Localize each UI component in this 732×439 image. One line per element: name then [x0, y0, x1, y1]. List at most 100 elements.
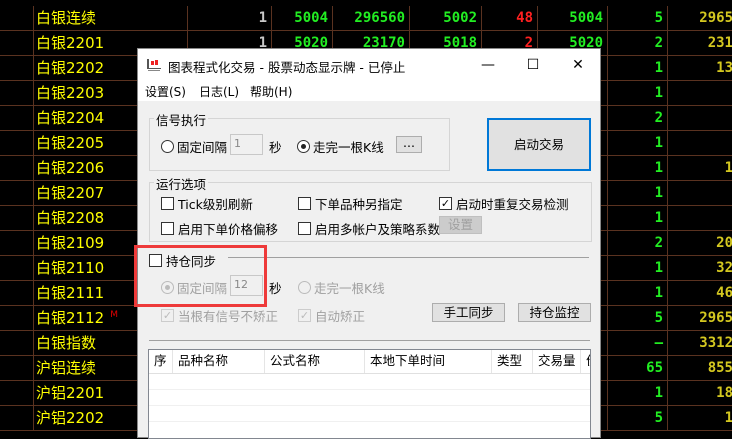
row-index: [0, 331, 33, 356]
trading-dialog: 图表程式化交易 - 股票动态显示牌 - 已停止 — ☐ ✕ 设置(S) 日志(L…: [137, 48, 601, 439]
cell-c8: [667, 181, 732, 206]
row-index: [0, 131, 33, 156]
bar-settings-button[interactable]: ...: [396, 136, 422, 153]
row-index: [0, 356, 33, 381]
col-order-time[interactable]: 本地下单时间: [365, 350, 492, 373]
price-offset-checkbox[interactable]: 启用下单价格偏移: [161, 219, 278, 238]
menu-help[interactable]: 帮助(H): [250, 83, 292, 100]
cell-c7: 5: [607, 6, 667, 31]
quote-row[interactable]: 白银连续 1 5004 296560 5002 48 5004 5 2965: [0, 6, 732, 31]
cell-c6: 5004: [537, 6, 607, 31]
signal-bar-radio[interactable]: 走完一根K线: [297, 137, 384, 156]
cell-c8: 3312: [667, 331, 732, 356]
sync-bar-label: 走完一根K线: [314, 281, 385, 296]
start-trading-button[interactable]: 启动交易: [487, 118, 591, 171]
minimize-button[interactable]: —: [468, 53, 508, 77]
menu-bar: 设置(S) 日志(L) 帮助(H): [138, 81, 600, 101]
cell-c8: 20: [667, 231, 732, 256]
cell-c8: 1: [667, 156, 732, 181]
cell-c8: [667, 206, 732, 231]
col-type[interactable]: 类型: [492, 350, 533, 373]
signal-mark: M: [110, 310, 118, 320]
cell-c8: 18: [667, 381, 732, 406]
recheck-label: 启动时重复交易检测: [456, 197, 569, 212]
checkmark-icon: ✓: [161, 309, 174, 322]
cell-c7: 1: [607, 281, 667, 306]
cell-c7: 5: [607, 306, 667, 331]
signal-fixed-label: 固定间隔: [177, 140, 228, 155]
multi-settings-button[interactable]: 设置: [439, 216, 482, 234]
manual-sync-button[interactable]: 手工同步: [432, 303, 505, 322]
checkbox-icon: [161, 197, 174, 210]
cell-c8: 13: [667, 56, 732, 81]
recheck-checkbox[interactable]: ✓ 启动时重复交易检测: [439, 194, 569, 213]
cell-c7: 1: [607, 81, 667, 106]
no-correct-label: 当根有信号不矫正: [178, 309, 279, 324]
row-index: [0, 306, 33, 331]
no-correct-checkbox[interactable]: ✓ 当根有信号不矫正: [161, 306, 278, 325]
cell-c7: 1: [607, 381, 667, 406]
menu-log[interactable]: 日志(L): [199, 83, 239, 100]
row-index: [0, 281, 33, 306]
row-index: [0, 206, 33, 231]
row-index: [0, 181, 33, 206]
alt-symbol-checkbox[interactable]: 下单品种另指定: [298, 194, 403, 213]
cell-c8: 32: [667, 256, 732, 281]
checkbox-icon: [161, 222, 174, 235]
cell-c8: 2965: [667, 6, 732, 31]
cell-c1: 1: [187, 6, 271, 31]
radio-icon: [298, 281, 311, 294]
col-formula[interactable]: 公式名称: [265, 350, 365, 373]
tick-refresh-checkbox[interactable]: Tick级别刷新: [161, 194, 253, 213]
alt-symbol-label: 下单品种另指定: [315, 197, 403, 212]
col-volume[interactable]: 交易量: [533, 350, 581, 373]
position-monitor-button[interactable]: 持仓监控: [518, 303, 591, 322]
signal-fixed-radio[interactable]: 固定间隔: [161, 137, 227, 156]
close-button[interactable]: ✕: [558, 53, 598, 77]
cell-c8: [667, 131, 732, 156]
checkmark-icon: ✓: [298, 309, 311, 322]
signal-interval-input[interactable]: 1: [230, 134, 263, 155]
auto-correct-checkbox[interactable]: ✓ 自动矫正: [298, 306, 365, 325]
row-index: [0, 56, 33, 81]
price-offset-label: 启用下单价格偏移: [178, 222, 279, 237]
cell-c7: —: [607, 331, 667, 356]
col-index[interactable]: 序: [149, 350, 173, 373]
cell-c7: 1: [607, 206, 667, 231]
app-chart-icon: [147, 59, 161, 71]
signal-sec-label: 秒: [269, 140, 282, 155]
divider: [228, 257, 589, 258]
row-index: [0, 6, 33, 31]
col-price[interactable]: 价: [581, 350, 590, 373]
options-group-title: 运行选项: [154, 174, 209, 193]
cell-c7: 65: [607, 356, 667, 381]
cell-c8: [667, 81, 732, 106]
sync-bar-radio[interactable]: 走完一根K线: [298, 278, 385, 297]
cell-c7: 5: [607, 406, 667, 431]
symbol-name: 白银连续: [33, 6, 187, 31]
cell-c7: 1: [607, 256, 667, 281]
menu-settings[interactable]: 设置(S): [145, 83, 186, 100]
col-symbol[interactable]: 品种名称: [173, 350, 265, 373]
maximize-button[interactable]: ☐: [513, 53, 553, 77]
row-index: [0, 256, 33, 281]
cell-c7: 1: [607, 181, 667, 206]
multi-account-checkbox[interactable]: 启用多帐户及策略系数: [298, 219, 440, 238]
checkbox-icon: [298, 222, 311, 235]
cell-c7: 2: [607, 231, 667, 256]
signal-group-title: 信号执行: [154, 110, 209, 129]
grid-line: [149, 373, 590, 374]
cell-c8: 46: [667, 281, 732, 306]
cell-c2: 5004: [271, 6, 332, 31]
checkbox-icon: [298, 197, 311, 210]
order-list[interactable]: 序 品种名称 公式名称 本地下单时间 类型 交易量 价: [148, 349, 591, 439]
tick-refresh-label: Tick级别刷新: [178, 197, 253, 212]
cell-c8: 855: [667, 356, 732, 381]
grid-line: [149, 389, 590, 390]
cell-c5: 48: [481, 6, 537, 31]
cell-c7: 1: [607, 156, 667, 181]
row-index: [0, 406, 33, 431]
divider: [149, 340, 590, 341]
window-title: 图表程式化交易 - 股票动态显示牌 - 已停止: [168, 60, 406, 75]
checkmark-icon: ✓: [439, 197, 452, 210]
